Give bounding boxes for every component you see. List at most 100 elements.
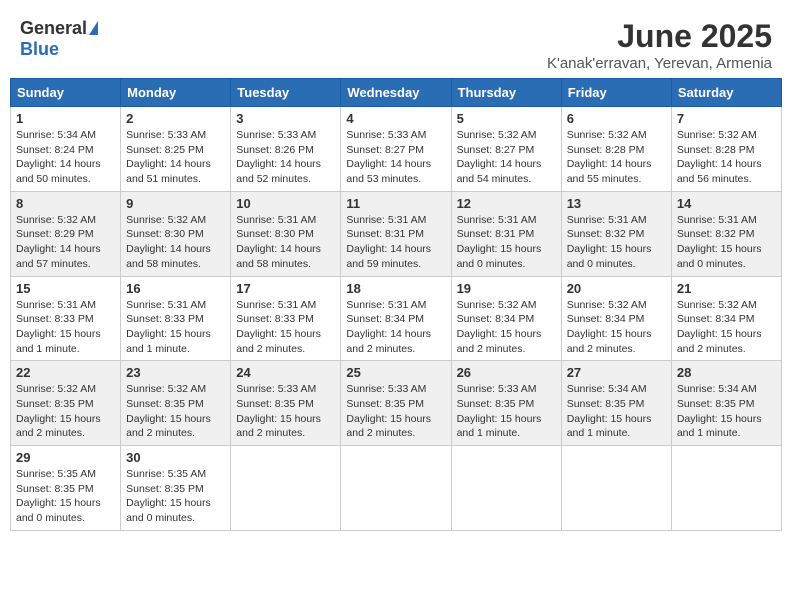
calendar-row: 29 Sunrise: 5:35 AMSunset: 8:35 PMDayligh… <box>11 446 782 531</box>
day-info: Sunrise: 5:31 AMSunset: 8:33 PMDaylight:… <box>16 298 115 357</box>
table-cell <box>341 446 451 531</box>
day-number: 28 <box>677 365 776 380</box>
day-number: 21 <box>677 281 776 296</box>
month-title: June 2025 <box>547 18 772 55</box>
calendar-row: 22 Sunrise: 5:32 AMSunset: 8:35 PMDayligh… <box>11 361 782 446</box>
day-info: Sunrise: 5:33 AMSunset: 8:25 PMDaylight:… <box>126 128 225 187</box>
day-number: 13 <box>567 196 666 211</box>
day-info: Sunrise: 5:35 AMSunset: 8:35 PMDaylight:… <box>126 467 225 526</box>
day-number: 27 <box>567 365 666 380</box>
day-info: Sunrise: 5:31 AMSunset: 8:34 PMDaylight:… <box>346 298 445 357</box>
day-info: Sunrise: 5:33 AMSunset: 8:35 PMDaylight:… <box>236 382 335 441</box>
table-cell: 30 Sunrise: 5:35 AMSunset: 8:35 PMDayligh… <box>121 446 231 531</box>
day-info: Sunrise: 5:31 AMSunset: 8:32 PMDaylight:… <box>677 213 776 272</box>
day-number: 7 <box>677 111 776 126</box>
table-cell: 14Sunrise: 5:31 AMSunset: 8:32 PMDayligh… <box>671 191 781 276</box>
header: General Blue June 2025 K'anak'erravan, Y… <box>10 10 782 78</box>
day-info: Sunrise: 5:32 AMSunset: 8:28 PMDaylight:… <box>567 128 666 187</box>
header-row: Sunday Monday Tuesday Wednesday Thursday… <box>11 79 782 107</box>
table-cell: 2 Sunrise: 5:33 AMSunset: 8:25 PMDaylight… <box>121 107 231 192</box>
table-cell: 16 Sunrise: 5:31 AMSunset: 8:33 PMDayligh… <box>121 276 231 361</box>
day-number: 25 <box>346 365 445 380</box>
table-cell: 25 Sunrise: 5:33 AMSunset: 8:35 PMDayligh… <box>341 361 451 446</box>
day-info: Sunrise: 5:32 AMSunset: 8:30 PMDaylight:… <box>126 213 225 272</box>
table-cell: 20 Sunrise: 5:32 AMSunset: 8:34 PMDayligh… <box>561 276 671 361</box>
day-info: Sunrise: 5:33 AMSunset: 8:35 PMDaylight:… <box>346 382 445 441</box>
calendar-row: 8 Sunrise: 5:32 AMSunset: 8:29 PMDaylight… <box>11 191 782 276</box>
day-number: 20 <box>567 281 666 296</box>
calendar-table: Sunday Monday Tuesday Wednesday Thursday… <box>10 78 782 531</box>
table-cell: 26Sunrise: 5:33 AMSunset: 8:35 PMDayligh… <box>451 361 561 446</box>
col-tuesday: Tuesday <box>231 79 341 107</box>
table-cell: 11 Sunrise: 5:31 AMSunset: 8:31 PMDayligh… <box>341 191 451 276</box>
location-title: K'anak'erravan, Yerevan, Armenia <box>547 55 772 72</box>
logo-blue-text: Blue <box>20 39 59 60</box>
table-cell: 22 Sunrise: 5:32 AMSunset: 8:35 PMDayligh… <box>11 361 121 446</box>
title-area: June 2025 K'anak'erravan, Yerevan, Armen… <box>547 18 772 72</box>
day-info: Sunrise: 5:34 AMSunset: 8:35 PMDaylight:… <box>677 382 776 441</box>
calendar-row: 15 Sunrise: 5:31 AMSunset: 8:33 PMDayligh… <box>11 276 782 361</box>
day-number: 9 <box>126 196 225 211</box>
table-cell: 7 Sunrise: 5:32 AMSunset: 8:28 PMDaylight… <box>671 107 781 192</box>
day-number: 5 <box>457 111 556 126</box>
table-cell: 19 Sunrise: 5:32 AMSunset: 8:34 PMDayligh… <box>451 276 561 361</box>
table-cell: 8 Sunrise: 5:32 AMSunset: 8:29 PMDaylight… <box>11 191 121 276</box>
day-info: Sunrise: 5:32 AMSunset: 8:34 PMDaylight:… <box>457 298 556 357</box>
day-number: 3 <box>236 111 335 126</box>
day-info: Sunrise: 5:34 AMSunset: 8:24 PMDaylight:… <box>16 128 115 187</box>
day-number: 17 <box>236 281 335 296</box>
col-monday: Monday <box>121 79 231 107</box>
day-number: 22 <box>16 365 115 380</box>
day-info: Sunrise: 5:32 AMSunset: 8:34 PMDaylight:… <box>677 298 776 357</box>
day-number: 19 <box>457 281 556 296</box>
day-info: Sunrise: 5:32 AMSunset: 8:35 PMDaylight:… <box>16 382 115 441</box>
day-number: 8 <box>16 196 115 211</box>
day-info: Sunrise: 5:33 AMSunset: 8:27 PMDaylight:… <box>346 128 445 187</box>
table-cell <box>451 446 561 531</box>
day-info: Sunrise: 5:31 AMSunset: 8:30 PMDaylight:… <box>236 213 335 272</box>
table-cell: 12 Sunrise: 5:31 AMSunset: 8:31 PMDayligh… <box>451 191 561 276</box>
table-cell: 15 Sunrise: 5:31 AMSunset: 8:33 PMDayligh… <box>11 276 121 361</box>
day-number: 4 <box>346 111 445 126</box>
table-cell: 28 Sunrise: 5:34 AMSunset: 8:35 PMDayligh… <box>671 361 781 446</box>
table-cell: 9 Sunrise: 5:32 AMSunset: 8:30 PMDaylight… <box>121 191 231 276</box>
day-number: 2 <box>126 111 225 126</box>
table-cell: 29 Sunrise: 5:35 AMSunset: 8:35 PMDayligh… <box>11 446 121 531</box>
table-cell <box>561 446 671 531</box>
day-number: 23 <box>126 365 225 380</box>
day-number: 30 <box>126 450 225 465</box>
day-info: Sunrise: 5:32 AMSunset: 8:28 PMDaylight:… <box>677 128 776 187</box>
day-info: Sunrise: 5:31 AMSunset: 8:32 PMDaylight:… <box>567 213 666 272</box>
table-cell: 1 Sunrise: 5:34 AMSunset: 8:24 PMDaylight… <box>11 107 121 192</box>
day-number: 6 <box>567 111 666 126</box>
table-cell: 13 Sunrise: 5:31 AMSunset: 8:32 PMDayligh… <box>561 191 671 276</box>
logo: General Blue <box>20 18 98 60</box>
day-info: Sunrise: 5:32 AMSunset: 8:29 PMDaylight:… <box>16 213 115 272</box>
day-info: Sunrise: 5:33 AMSunset: 8:35 PMDaylight:… <box>457 382 556 441</box>
table-cell: 4 Sunrise: 5:33 AMSunset: 8:27 PMDaylight… <box>341 107 451 192</box>
day-number: 1 <box>16 111 115 126</box>
logo-triangle-icon <box>89 21 98 35</box>
day-number: 18 <box>346 281 445 296</box>
day-number: 11 <box>346 196 445 211</box>
day-info: Sunrise: 5:31 AMSunset: 8:31 PMDaylight:… <box>457 213 556 272</box>
day-info: Sunrise: 5:31 AMSunset: 8:31 PMDaylight:… <box>346 213 445 272</box>
table-cell: 18 Sunrise: 5:31 AMSunset: 8:34 PMDayligh… <box>341 276 451 361</box>
table-cell: 27Sunrise: 5:34 AMSunset: 8:35 PMDayligh… <box>561 361 671 446</box>
day-number: 15 <box>16 281 115 296</box>
table-cell: 17 Sunrise: 5:31 AMSunset: 8:33 PMDayligh… <box>231 276 341 361</box>
day-number: 29 <box>16 450 115 465</box>
table-cell: 3Sunrise: 5:33 AMSunset: 8:26 PMDaylight… <box>231 107 341 192</box>
col-saturday: Saturday <box>671 79 781 107</box>
day-number: 16 <box>126 281 225 296</box>
day-info: Sunrise: 5:32 AMSunset: 8:34 PMDaylight:… <box>567 298 666 357</box>
col-thursday: Thursday <box>451 79 561 107</box>
table-cell: 23 Sunrise: 5:32 AMSunset: 8:35 PMDayligh… <box>121 361 231 446</box>
day-number: 10 <box>236 196 335 211</box>
day-info: Sunrise: 5:31 AMSunset: 8:33 PMDaylight:… <box>236 298 335 357</box>
day-number: 12 <box>457 196 556 211</box>
day-info: Sunrise: 5:32 AMSunset: 8:35 PMDaylight:… <box>126 382 225 441</box>
day-info: Sunrise: 5:31 AMSunset: 8:33 PMDaylight:… <box>126 298 225 357</box>
day-info: Sunrise: 5:35 AMSunset: 8:35 PMDaylight:… <box>16 467 115 526</box>
table-cell <box>671 446 781 531</box>
